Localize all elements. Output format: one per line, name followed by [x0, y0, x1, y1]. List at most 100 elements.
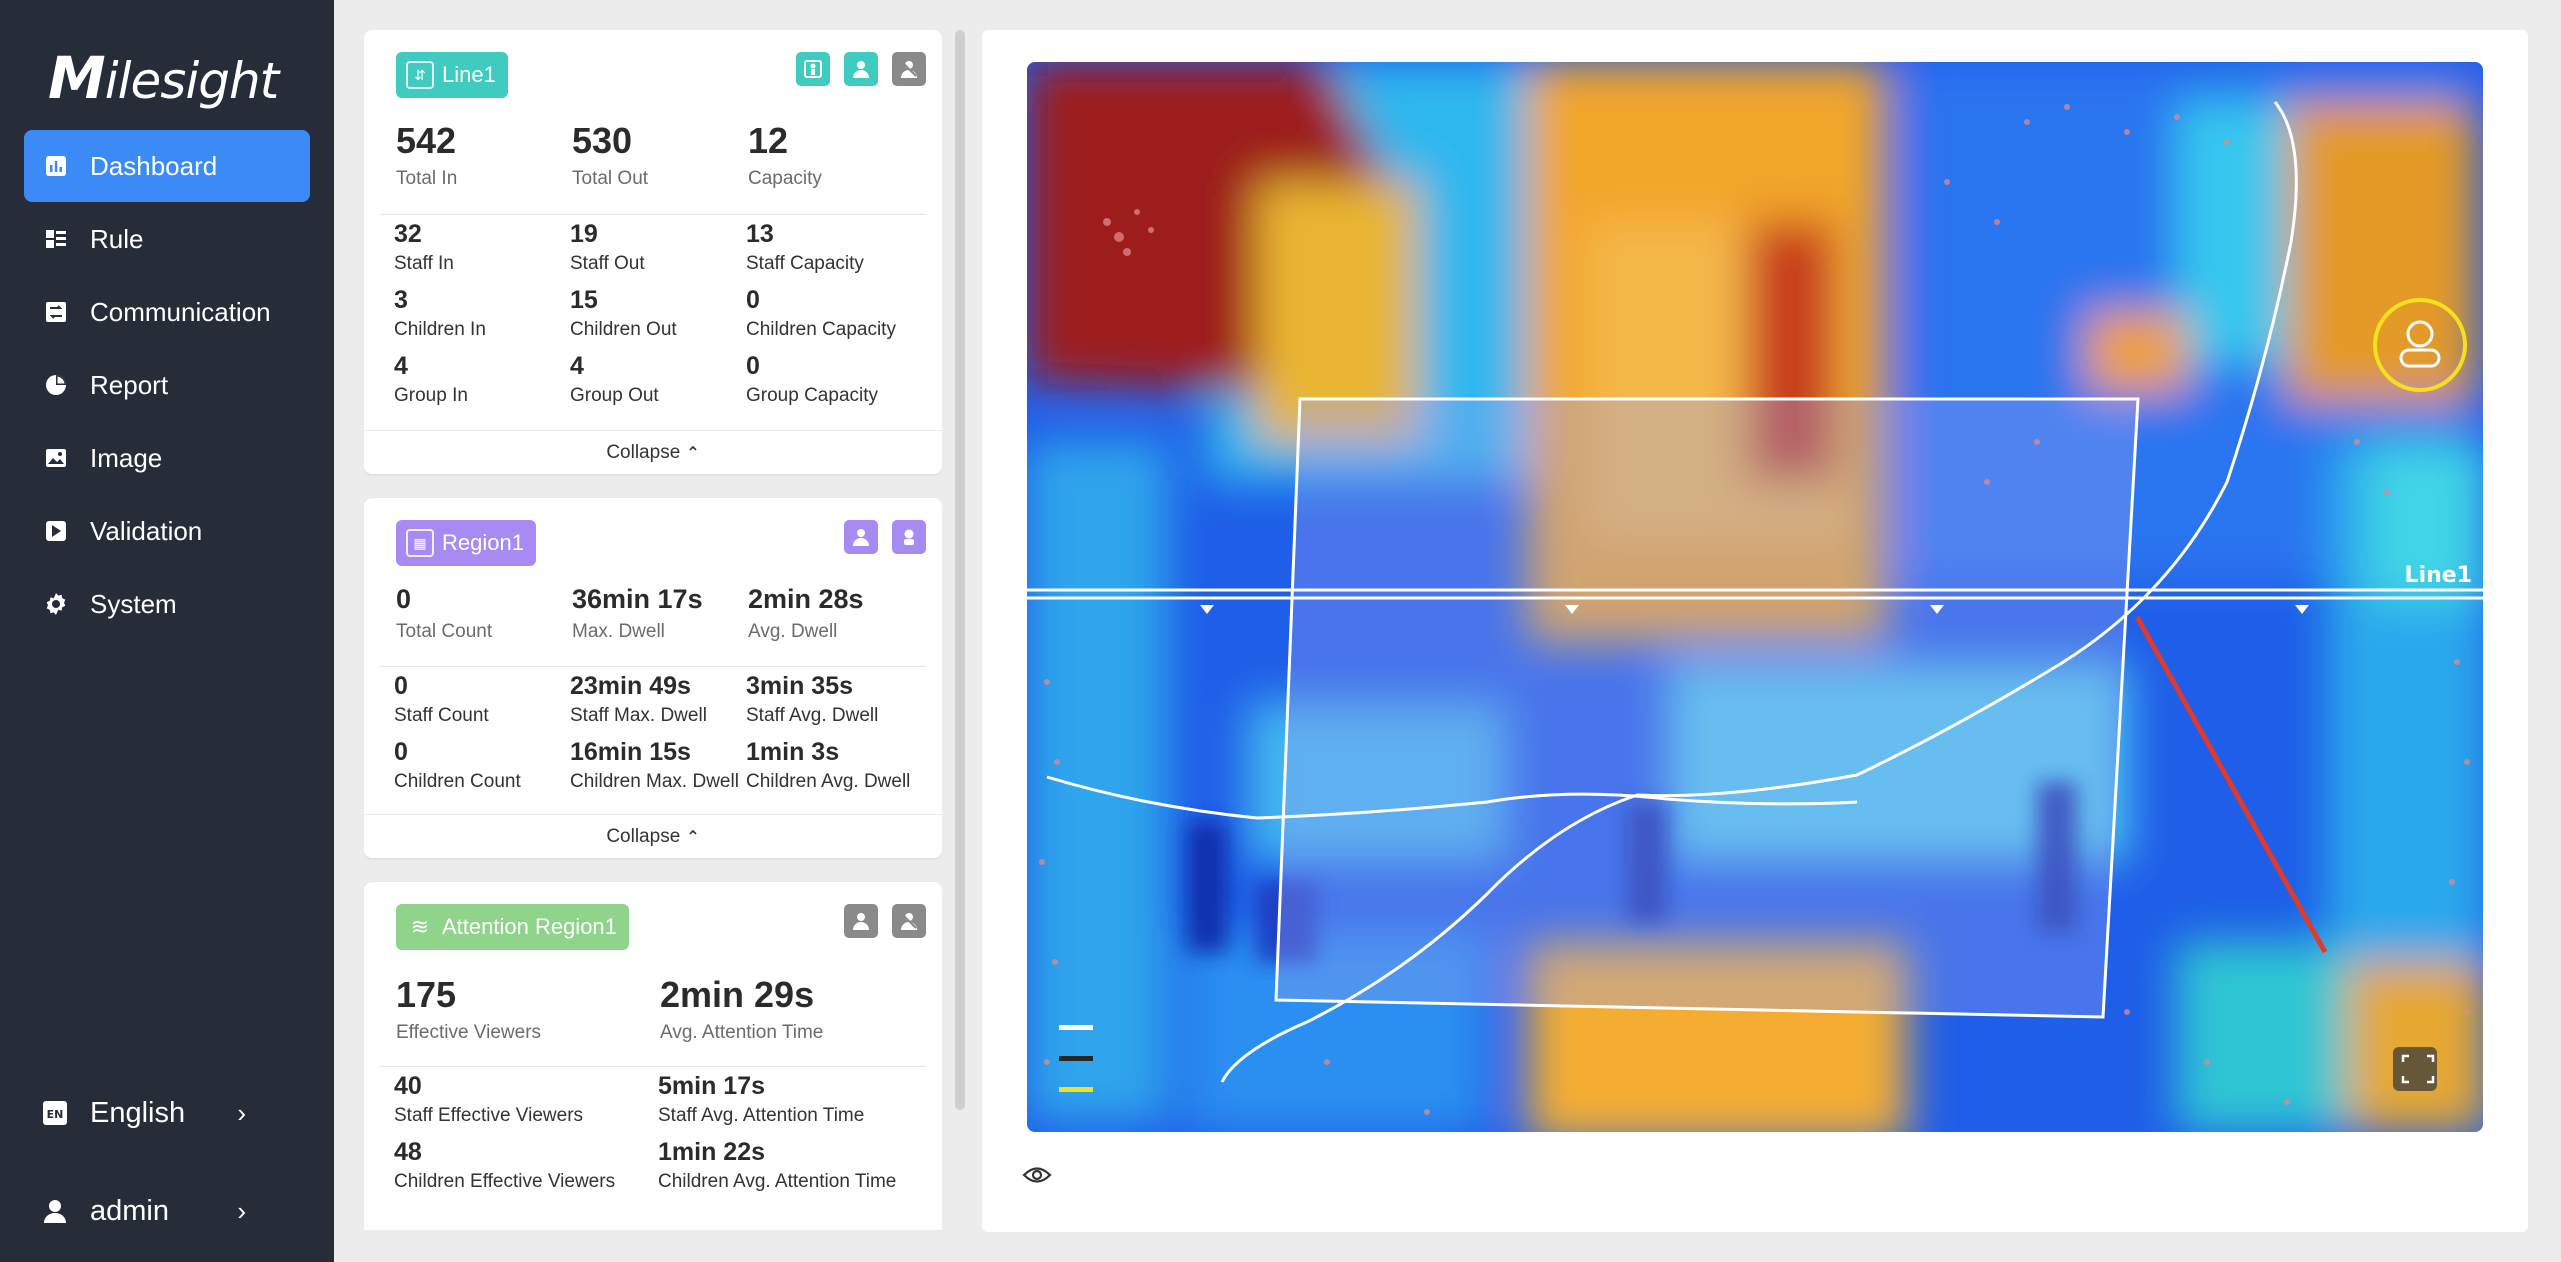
sidebar-item-image[interactable]: Image: [24, 422, 310, 494]
sidebar-nav: Dashboard Rule Communication Report Imag…: [24, 130, 310, 641]
sidebar-item-label: Communication: [90, 296, 271, 327]
sidebar-item-dashboard[interactable]: Dashboard: [24, 130, 310, 202]
sidebar-item-label: Dashboard: [90, 150, 218, 181]
card-filter-icons: [844, 520, 926, 554]
staff-in-stat: 32 Staff In: [394, 220, 454, 274]
children-avg-dwell-stat: 1min 3s Children Avg. Dwell: [746, 738, 911, 792]
bar-chart-icon: [44, 154, 68, 178]
card-filter-icons: [844, 904, 926, 938]
language-label: English: [90, 1096, 186, 1129]
region-main-stats: 0 Total Count 36min 17s Max. Dwell 2min 28…: [396, 584, 924, 643]
chevron-up-icon: ⌃: [686, 828, 700, 846]
image-icon: [44, 446, 68, 470]
total-out-stat: 530 Total Out: [572, 120, 649, 189]
collapse-button[interactable]: Collapse ⌃: [364, 814, 942, 858]
group-out-stat: 4 Group Out: [570, 348, 746, 414]
cards-scrollbar[interactable]: [955, 30, 965, 1110]
chevron-up-icon: ⌃: [686, 444, 700, 462]
pie-chart-icon: [44, 373, 68, 397]
attention-main-stats: 175 Effective Viewers 2min 29s Avg. Attent…: [396, 974, 924, 1044]
children-max-dwell-stat: 16min 15s Children Max. Dwell: [570, 738, 739, 792]
sidebar-item-label: Validation: [90, 515, 203, 546]
region-stats-card: ▦ Region1 0 Total Count 36min 17s Max. Dwe…: [364, 498, 942, 858]
staff-avg-attention-stat: 5min 17s Staff Avg. Attention Time: [658, 1068, 922, 1134]
line-tag[interactable]: ⇵ Line1: [396, 52, 508, 98]
sidebar-item-communication[interactable]: Communication: [24, 276, 310, 348]
children-avg-attention-stat: 1min 22s Children Avg. Attention Time: [658, 1134, 922, 1200]
line-stats-card: ⇵ Line1 542 Total In 530 Total Out 12 Capac…: [364, 30, 942, 474]
sidebar-item-report[interactable]: Report: [24, 349, 310, 421]
child-icon[interactable]: [796, 52, 830, 86]
max-dwell-stat: 36min 17s Max. Dwell: [572, 584, 703, 642]
eye-icon[interactable]: [1022, 1164, 1052, 1186]
staff-out-stat: 19 Staff Out: [570, 216, 746, 282]
sidebar-item-validation[interactable]: Validation: [24, 495, 310, 567]
sidebar-item-label: Image: [90, 442, 163, 473]
child-icon[interactable]: [892, 904, 926, 938]
total-count-stat: 0 Total Count: [396, 584, 493, 642]
attention-wave-icon: ≋: [410, 914, 430, 939]
staff-capacity-stat: 13 Staff Capacity: [746, 216, 926, 282]
staff-count-stat: 0 Staff Count: [394, 672, 489, 726]
child-icon[interactable]: [892, 520, 926, 554]
sidebar-item-label: System: [90, 588, 177, 619]
group-in-stat: 4 Group In: [394, 352, 468, 406]
staff-max-dwell-stat: 23min 49s Staff Max. Dwell: [570, 672, 707, 726]
sidebar-item-label: Rule: [90, 223, 144, 254]
card-filter-icons: [796, 52, 926, 86]
avg-dwell-stat: 2min 28s Avg. Dwell: [748, 584, 864, 642]
group-icon[interactable]: [892, 52, 926, 86]
divider: [380, 214, 926, 215]
user-icon: [42, 1198, 68, 1224]
children-count-stat: 0 Children Count: [394, 738, 521, 792]
region-icon: ▦: [406, 529, 434, 557]
staff-icon[interactable]: [844, 52, 878, 86]
sidebar-item-system[interactable]: System: [24, 568, 310, 640]
divider: [380, 666, 926, 667]
children-capacity-stat: 0 Children Capacity: [746, 282, 926, 348]
children-in-stat: 3 Children In: [394, 286, 486, 340]
staff-avg-dwell-stat: 3min 35s Staff Avg. Dwell: [746, 672, 879, 726]
region-detail-stats: 0 Staff Count 23min 49s Staff Max. Dwell 3…: [394, 668, 926, 800]
user-label: admin: [90, 1194, 169, 1227]
milesight-logo: Milesight: [48, 44, 279, 112]
total-in-stat: 542 Total In: [396, 120, 458, 189]
children-effective-viewers-stat: 48 Children Effective Viewers: [394, 1138, 616, 1192]
staff-icon[interactable]: [844, 520, 878, 554]
effective-viewers-stat: 175 Effective Viewers: [396, 974, 542, 1043]
capacity-stat: 12 Capacity: [748, 120, 822, 189]
region-tag-label: Region1: [442, 530, 524, 555]
line-label: Line1: [2405, 563, 2472, 588]
children-out-stat: 15 Children Out: [570, 282, 746, 348]
validation-icon: [44, 519, 68, 543]
depth-heatmap-image: Line1: [1027, 62, 2483, 1132]
communication-icon: [44, 300, 68, 324]
attention-region-tag[interactable]: ≋ Attention Region1: [396, 904, 629, 950]
language-selector[interactable]: EN English ›: [24, 1078, 310, 1148]
staff-icon[interactable]: [844, 904, 878, 938]
rule-grid-icon: [44, 227, 68, 251]
attention-tag-label: Attention Region1: [442, 914, 617, 939]
sidebar-item-rule[interactable]: Rule: [24, 203, 310, 275]
group-capacity-stat: 0 Group Capacity: [746, 348, 926, 414]
avg-attention-time-stat: 2min 29s Avg. Attention Time: [660, 974, 824, 1043]
attention-stats-card: ≋ Attention Region1 175 Effective Viewers…: [364, 882, 942, 1230]
region-tag[interactable]: ▦ Region1: [396, 520, 536, 566]
sidebar-item-label: Report: [90, 369, 169, 400]
collapse-button[interactable]: Collapse ⌃: [364, 430, 942, 474]
stats-cards-column: ⇵ Line1 542 Total In 530 Total Out 12 Capac…: [364, 30, 942, 1230]
line-main-stats: 542 Total In 530 Total Out 12 Capacity: [396, 120, 924, 190]
sidebar: Milesight Dashboard Rule Communication R…: [0, 0, 334, 1262]
chevron-right-icon: ›: [237, 1195, 246, 1226]
user-menu[interactable]: admin ›: [24, 1176, 310, 1246]
line-counting-icon: ⇵: [406, 61, 434, 89]
language-icon: EN: [42, 1100, 68, 1126]
gear-icon: [44, 592, 68, 616]
attention-detail-stats: 40 Staff Effective Viewers 5min 17s Staff …: [394, 1068, 922, 1200]
divider: [380, 1066, 926, 1067]
chevron-right-icon: ›: [237, 1097, 246, 1128]
line-tag-label: Line1: [442, 62, 496, 87]
image-panel: Line1: [982, 30, 2528, 1232]
staff-effective-viewers-stat: 40 Staff Effective Viewers: [394, 1072, 584, 1126]
line-detail-stats: 32 Staff In 19 Staff Out 13 Staff Capacity …: [394, 216, 926, 414]
